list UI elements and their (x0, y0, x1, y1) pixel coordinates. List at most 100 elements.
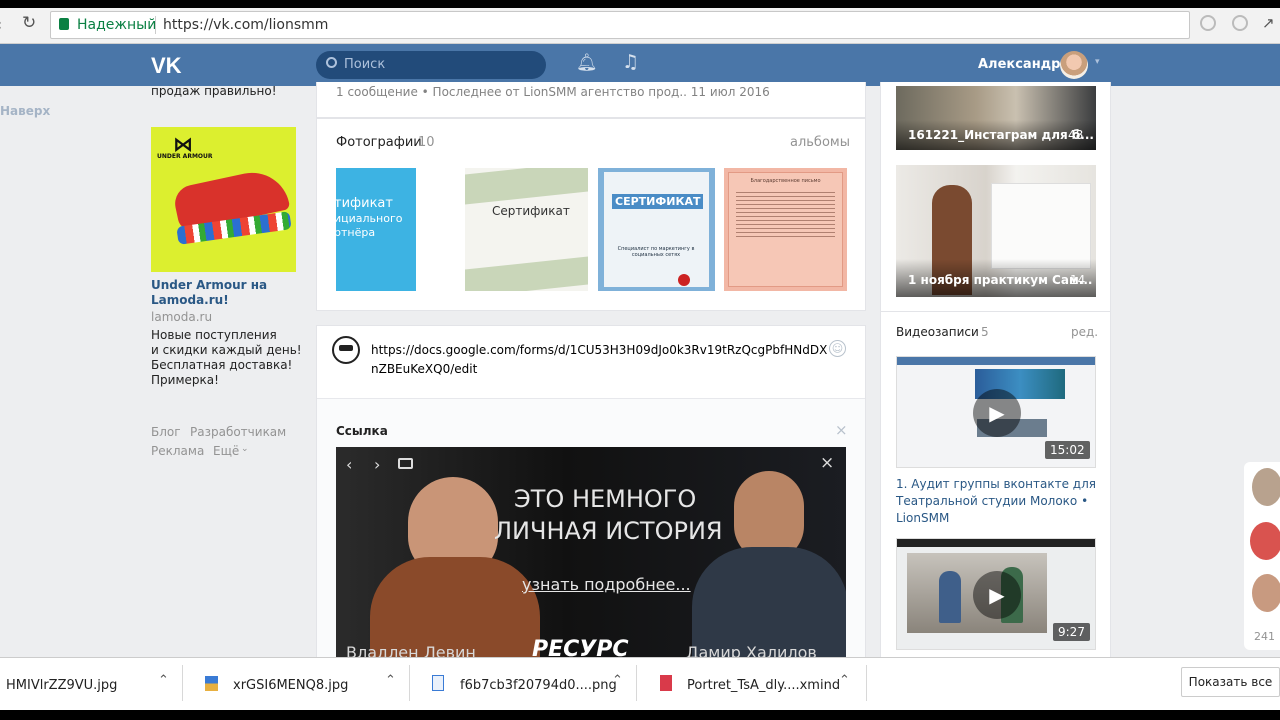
close-icon[interactable]: × (835, 421, 848, 439)
seal-icon (678, 274, 690, 286)
search-icon (326, 57, 337, 68)
videos-block: Видеозаписи 5 ред. ▶ 15:02 1. Аудит груп… (880, 311, 1111, 660)
ad-image[interactable]: ⋈ UNDER ARMOUR (151, 127, 296, 272)
video-thumb[interactable]: ▶ 15:02 (896, 356, 1096, 468)
address-bar[interactable]: Надежный https://vk.com/lionsmm (50, 11, 1190, 39)
footer-more-link[interactable]: Ещё (213, 444, 239, 458)
discussion-card: 1 сообщение • Последнее от LionSMM агент… (316, 82, 866, 118)
footer-ads-link[interactable]: Реклама (151, 444, 204, 458)
play-icon[interactable]: ▶ (973, 389, 1021, 437)
play-icon[interactable]: ▶ (973, 571, 1021, 619)
albums-link[interactable]: альбомы (790, 135, 850, 150)
ad-line: Бесплатная доставка! (151, 358, 293, 372)
photo-thumb[interactable]: Сертификат (465, 168, 588, 291)
music-icon[interactable]: ♫ (622, 51, 639, 73)
chevron-down-icon[interactable]: ▾ (1095, 57, 1100, 67)
ad-brand: UNDER ARMOUR (157, 153, 213, 160)
search-placeholder: Поиск (344, 57, 386, 72)
wall-post: https://docs.google.com/forms/d/1CU53H3H… (316, 325, 866, 661)
online-friends-panel: 241 (1244, 462, 1280, 650)
photos-count: 10 (418, 135, 435, 150)
avatar[interactable] (1252, 574, 1280, 612)
show-all-button[interactable]: Показать все (1181, 667, 1280, 697)
extension-icon[interactable] (1200, 15, 1216, 31)
back-icon[interactable]: ‹ (0, 15, 2, 34)
banner-line2: ЛИЧНАЯ ИСТОРИЯ (494, 517, 723, 545)
album-thumb[interactable]: 1 ноября практикум Сам... 14 (896, 165, 1096, 297)
videos-count: 5 (981, 325, 989, 339)
link-label: Ссылка (336, 424, 388, 438)
post-text[interactable]: https://docs.google.com/forms/d/1CU53H3H… (371, 341, 831, 379)
avatar[interactable] (1252, 468, 1280, 506)
extension-icon[interactable] (1232, 15, 1248, 31)
chevron-up-icon[interactable]: ⌃ (385, 673, 396, 688)
divider (636, 665, 637, 701)
camera-icon[interactable] (398, 458, 413, 469)
author-avatar[interactable] (332, 336, 360, 364)
video-title[interactable]: 1. Аудит группы вконтакте для Театрально… (896, 476, 1096, 527)
close-icon[interactable]: × (820, 453, 834, 473)
footer-devs-link[interactable]: Разработчикам (190, 425, 286, 439)
secure-label: Надежный (77, 17, 157, 33)
window-top-edge (0, 0, 1280, 8)
image-file-icon (205, 676, 218, 691)
edit-link[interactable]: ред. (1071, 325, 1098, 339)
album-title: 1 ноября практикум Сам... (908, 273, 1093, 287)
vk-header: VK Поиск 🔔︎ ♫ Александра ▾ (0, 44, 1280, 86)
photo-thumb[interactable]: тификат ициального ртнёра (336, 168, 459, 291)
download-item[interactable]: HMIVlrZZ9VU.jpg (6, 662, 117, 708)
prev-icon[interactable]: ‹ (346, 455, 352, 474)
download-item[interactable]: f6b7cb3f20794d0....png (460, 662, 617, 708)
ad-line: Новые поступления (151, 328, 277, 342)
avatar[interactable] (1250, 522, 1280, 560)
lock-icon (59, 18, 69, 30)
album-count: 14 (1070, 273, 1086, 287)
banner-cta[interactable]: узнать подробнее... (522, 575, 691, 594)
video-duration: 15:02 (1045, 441, 1090, 459)
link-attachment: Ссылка × ЭТО НЕМНОГО ЛИЧНАЯ ИСТОРИЯ узна… (317, 398, 865, 661)
chevron-down-icon: ⌄ (241, 444, 249, 454)
album-count: 48 (1068, 128, 1084, 142)
videos-title[interactable]: Видеозаписи (896, 325, 979, 339)
search-input[interactable]: Поиск (316, 51, 546, 79)
image-file-icon (432, 675, 444, 691)
divider (866, 665, 867, 701)
photo-thumb[interactable]: СЕРТИФИКАТ Специалист по маркетингу в со… (598, 168, 715, 291)
chevron-up-icon[interactable]: ⌃ (612, 673, 623, 688)
vk-logo-icon[interactable]: VK (151, 53, 182, 79)
ad-domain[interactable]: lamoda.ru (151, 310, 212, 324)
window-bottom-edge (0, 710, 1280, 720)
banner-line1: ЭТО НЕМНОГО (514, 485, 697, 513)
user-name[interactable]: Александра (978, 57, 1069, 72)
ad-line: Примерка! (151, 373, 219, 387)
chevron-up-icon[interactable]: ⌃ (839, 673, 850, 688)
ad-title[interactable]: Under Armour на Lamoda.ru! (151, 278, 299, 308)
video-duration: 9:27 (1053, 623, 1090, 641)
url-text[interactable]: https://vk.com/lionsmm (163, 17, 328, 33)
smile-icon[interactable]: ☺ (829, 340, 846, 357)
album-title: 161221_Инстаграм для б... (908, 128, 1094, 142)
albums-block: 161221_Инстаграм для б... 48 1 ноября пр… (880, 82, 1111, 312)
album-thumb[interactable]: 161221_Инстаграм для б... 48 (896, 86, 1096, 150)
divider (409, 665, 410, 701)
xmind-file-icon (660, 675, 672, 691)
prev-ad-text: продаж правильно! (151, 84, 277, 98)
footer-blog-link[interactable]: Блог (151, 425, 181, 439)
download-item[interactable]: xrGSI6MENQ8.jpg (233, 662, 348, 708)
link-banner[interactable]: ЭТО НЕМНОГО ЛИЧНАЯ ИСТОРИЯ узнать подроб… (336, 447, 846, 661)
photos-block: Фотографии 10 альбомы тификат ициального… (316, 118, 866, 311)
avatar[interactable] (1060, 51, 1088, 79)
discussion-meta[interactable]: 1 сообщение • Последнее от LionSMM агент… (336, 85, 770, 99)
photo-thumb[interactable]: Благодарственное письмо (724, 168, 847, 291)
menu-icon[interactable]: ↗ (1262, 14, 1275, 32)
next-icon[interactable]: › (374, 455, 380, 474)
video-thumb[interactable]: ▶ 9:27 (896, 538, 1096, 650)
bell-icon[interactable]: 🔔︎ (576, 53, 598, 73)
photos-title[interactable]: Фотографии (336, 135, 422, 150)
chevron-up-icon[interactable]: ⌃ (158, 673, 169, 688)
reload-icon[interactable]: ↻ (22, 13, 36, 33)
ad-line: и скидки каждый день! (151, 343, 302, 357)
back-to-top-link[interactable]: Наверх (0, 104, 50, 118)
download-item[interactable]: Portret_TsA_dly....xmind (687, 662, 840, 708)
online-count: 241 (1254, 630, 1275, 643)
